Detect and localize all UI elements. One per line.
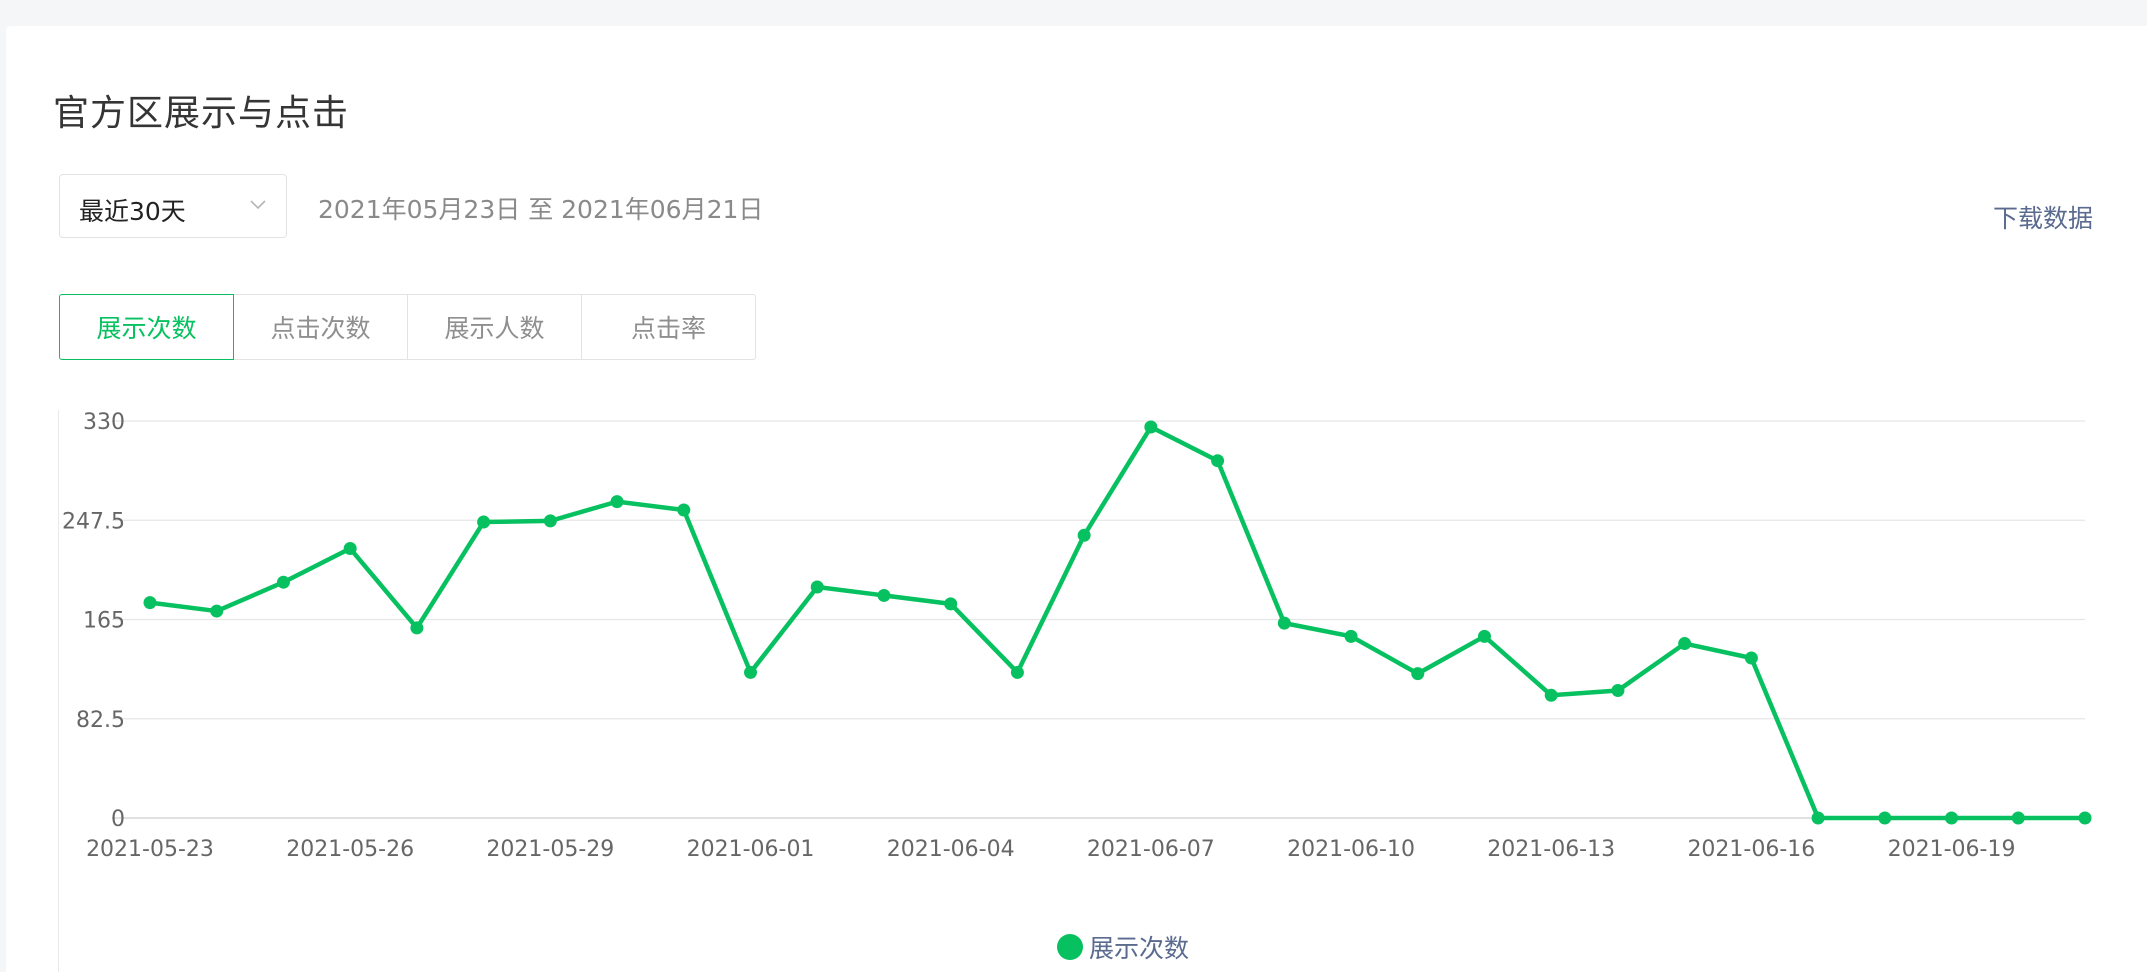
download-data-link[interactable]: 下载数据 — [1993, 199, 2093, 235]
chevron-down-icon — [247, 193, 269, 215]
chart-left-border — [58, 410, 59, 972]
legend-item-impressions[interactable]: 展示次数 — [1057, 929, 1189, 965]
tab-impression-users[interactable]: 展示人数 — [407, 294, 582, 360]
date-range-select[interactable]: 最近30天 — [59, 174, 287, 238]
date-range-text: 2021年05月23日 至 2021年06月21日 — [318, 195, 764, 224]
tab-impressions[interactable]: 展示次数 — [59, 294, 234, 360]
main-card — [6, 26, 2147, 972]
page-title: 官方区展示与点击 — [53, 93, 350, 134]
tab-click-rate[interactable]: 点击率 — [581, 294, 756, 360]
tab-clicks[interactable]: 点击次数 — [233, 294, 408, 360]
date-range-select-value: 最近30天 — [79, 197, 186, 226]
metric-tabs: 展示次数 点击次数 展示人数 点击率 — [59, 294, 756, 360]
legend-label: 展示次数 — [1089, 934, 1190, 963]
legend-marker — [1057, 934, 1083, 960]
